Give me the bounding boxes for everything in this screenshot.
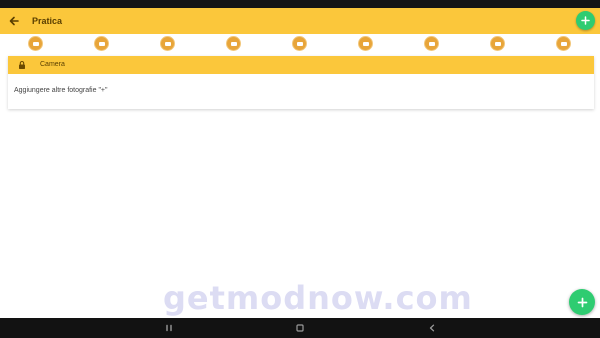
step-4[interactable]	[227, 37, 240, 50]
step-2[interactable]	[95, 37, 108, 50]
step-icon	[98, 41, 105, 46]
step-icon	[296, 41, 303, 46]
plus-icon	[581, 16, 590, 25]
back-button[interactable]	[4, 11, 24, 31]
step-icon	[560, 41, 567, 46]
add-button-bottom[interactable]	[569, 289, 595, 315]
card-title: Camera	[40, 61, 65, 68]
app-bar: Pratica	[0, 8, 600, 34]
camera-card: Camera Aggiungere altre fotografie "+"	[8, 56, 594, 109]
step-9[interactable]	[557, 37, 570, 50]
recents-icon	[166, 324, 172, 332]
step-icon	[164, 41, 171, 46]
card-header: Camera	[8, 56, 594, 74]
step-3[interactable]	[161, 37, 174, 50]
step-icon	[362, 41, 369, 46]
step-icon	[428, 41, 435, 46]
system-navigation-bar	[0, 318, 600, 338]
back-nav-button[interactable]	[425, 321, 439, 335]
step-icon	[494, 41, 501, 46]
add-button-top[interactable]	[576, 11, 595, 30]
home-icon	[296, 324, 304, 332]
status-bar	[0, 0, 600, 8]
home-button[interactable]	[293, 321, 307, 335]
recents-button[interactable]	[162, 321, 176, 335]
watermark: getmodnow.com	[163, 279, 473, 317]
step-icon	[32, 41, 39, 46]
add-photos-label[interactable]: Aggiungere altre fotografie "+"	[14, 85, 108, 97]
arrow-left-icon	[9, 16, 19, 26]
plus-icon	[577, 297, 587, 307]
step-6[interactable]	[359, 37, 372, 50]
step-indicator-row	[0, 34, 600, 54]
step-8[interactable]	[491, 37, 504, 50]
step-1[interactable]	[29, 37, 42, 50]
step-icon	[230, 41, 237, 46]
step-7[interactable]	[425, 37, 438, 50]
page-title: Pratica	[32, 16, 63, 26]
lock-icon	[19, 61, 25, 69]
back-nav-icon	[429, 324, 435, 332]
step-5[interactable]	[293, 37, 306, 50]
